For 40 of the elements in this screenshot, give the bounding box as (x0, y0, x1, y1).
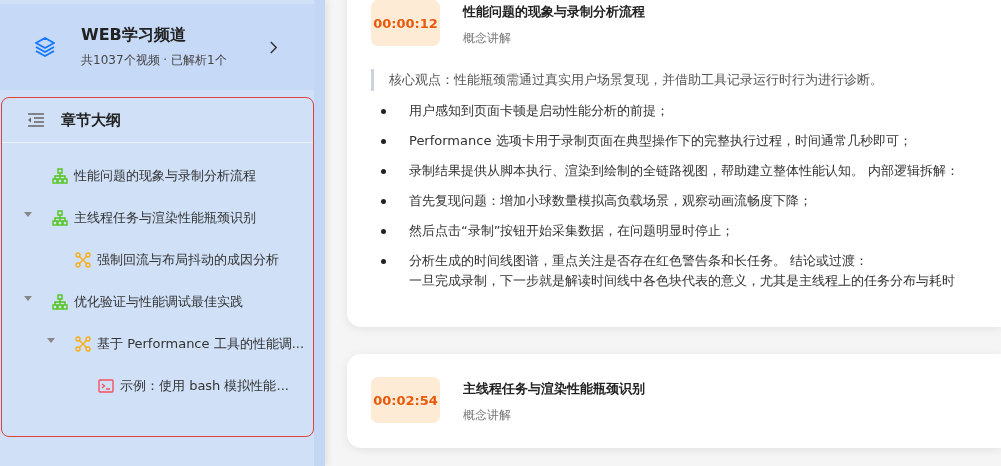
caret-icon[interactable] (24, 211, 32, 217)
outline-item[interactable]: 强制回流与布局抖动的成因分析 (97, 251, 279, 269)
card-tag: 概念讲解 (463, 407, 645, 424)
bullet-text: 分析生成的时间线图谱，重点关注是否存在红色警告条和长任务。 结论或过渡： (409, 252, 869, 270)
bullet-text: Performance 选项卡用于录制页面在典型操作下的完整执行过程，时间通常几秒即可； (409, 132, 912, 150)
hierarchy-icon (52, 210, 68, 226)
bullet-text: 用户感知到页面卡顿是启动性能分析的前提； (409, 102, 669, 120)
card-tag: 概念讲解 (463, 30, 645, 47)
caret-icon[interactable] (47, 337, 55, 343)
card-title: 主线程任务与渲染性能瓶颈识别 (463, 380, 645, 398)
bullet-icon (381, 109, 386, 114)
layers-icon (33, 35, 57, 59)
bullet-text: 首先复现问题：增加小球数量模拟高负载场景，观察动画流畅度下降； (409, 192, 812, 210)
hierarchy-icon (52, 168, 68, 184)
channel-title: WEB学习频道 (81, 25, 187, 46)
bullet-icon (381, 199, 386, 204)
outline-icon (27, 113, 45, 127)
bullet-text: 录制结果提供从脚本执行、渲染到绘制的全链路视图，帮助建立整体性能认知。 内部逻辑拆解： (409, 162, 960, 180)
caret-icon[interactable] (24, 295, 32, 301)
channel-header[interactable]: WEB学习频道 共1037个视频 · 已解析1个 (0, 4, 314, 90)
bullet-icon (381, 169, 386, 174)
chevron-right-icon (269, 40, 278, 54)
outline-item[interactable]: 性能问题的现象与录制分析流程 (74, 167, 256, 185)
nodes-icon (75, 252, 91, 268)
key-point-quote: 核心观点：性能瓶颈需通过真实用户场景复现，并借助工具记录运行时行为进行诊断。 (371, 69, 1001, 91)
bullet-text: 然后点击“录制”按钮开始采集数据，在问题明显时停止； (409, 222, 735, 240)
outline-item[interactable]: 基于 Performance 工具的性能调... (97, 335, 305, 353)
bullet-icon (381, 229, 386, 234)
outline-item[interactable]: 示例：使用 bash 模拟性能... (120, 377, 289, 395)
nodes-icon (75, 336, 91, 352)
card-title: 性能问题的现象与录制分析流程 (463, 3, 645, 21)
outline-item[interactable]: 优化验证与性能调试最佳实践 (74, 293, 243, 311)
bullet-icon (381, 259, 386, 264)
channel-stats: 共1037个视频 · 已解析1个 (81, 52, 228, 69)
hierarchy-icon (52, 294, 68, 310)
bullet-text: 一旦完成录制，下一步就是解读时间线中各色块代表的意义，尤其是主线程上的任务分布与耗时 (409, 272, 955, 290)
outline-item[interactable]: 主线程任务与渲染性能瓶颈识别 (74, 209, 256, 227)
outline-title: 章节大纲 (61, 110, 121, 130)
bullet-icon (381, 139, 386, 144)
terminal-icon (98, 378, 114, 394)
